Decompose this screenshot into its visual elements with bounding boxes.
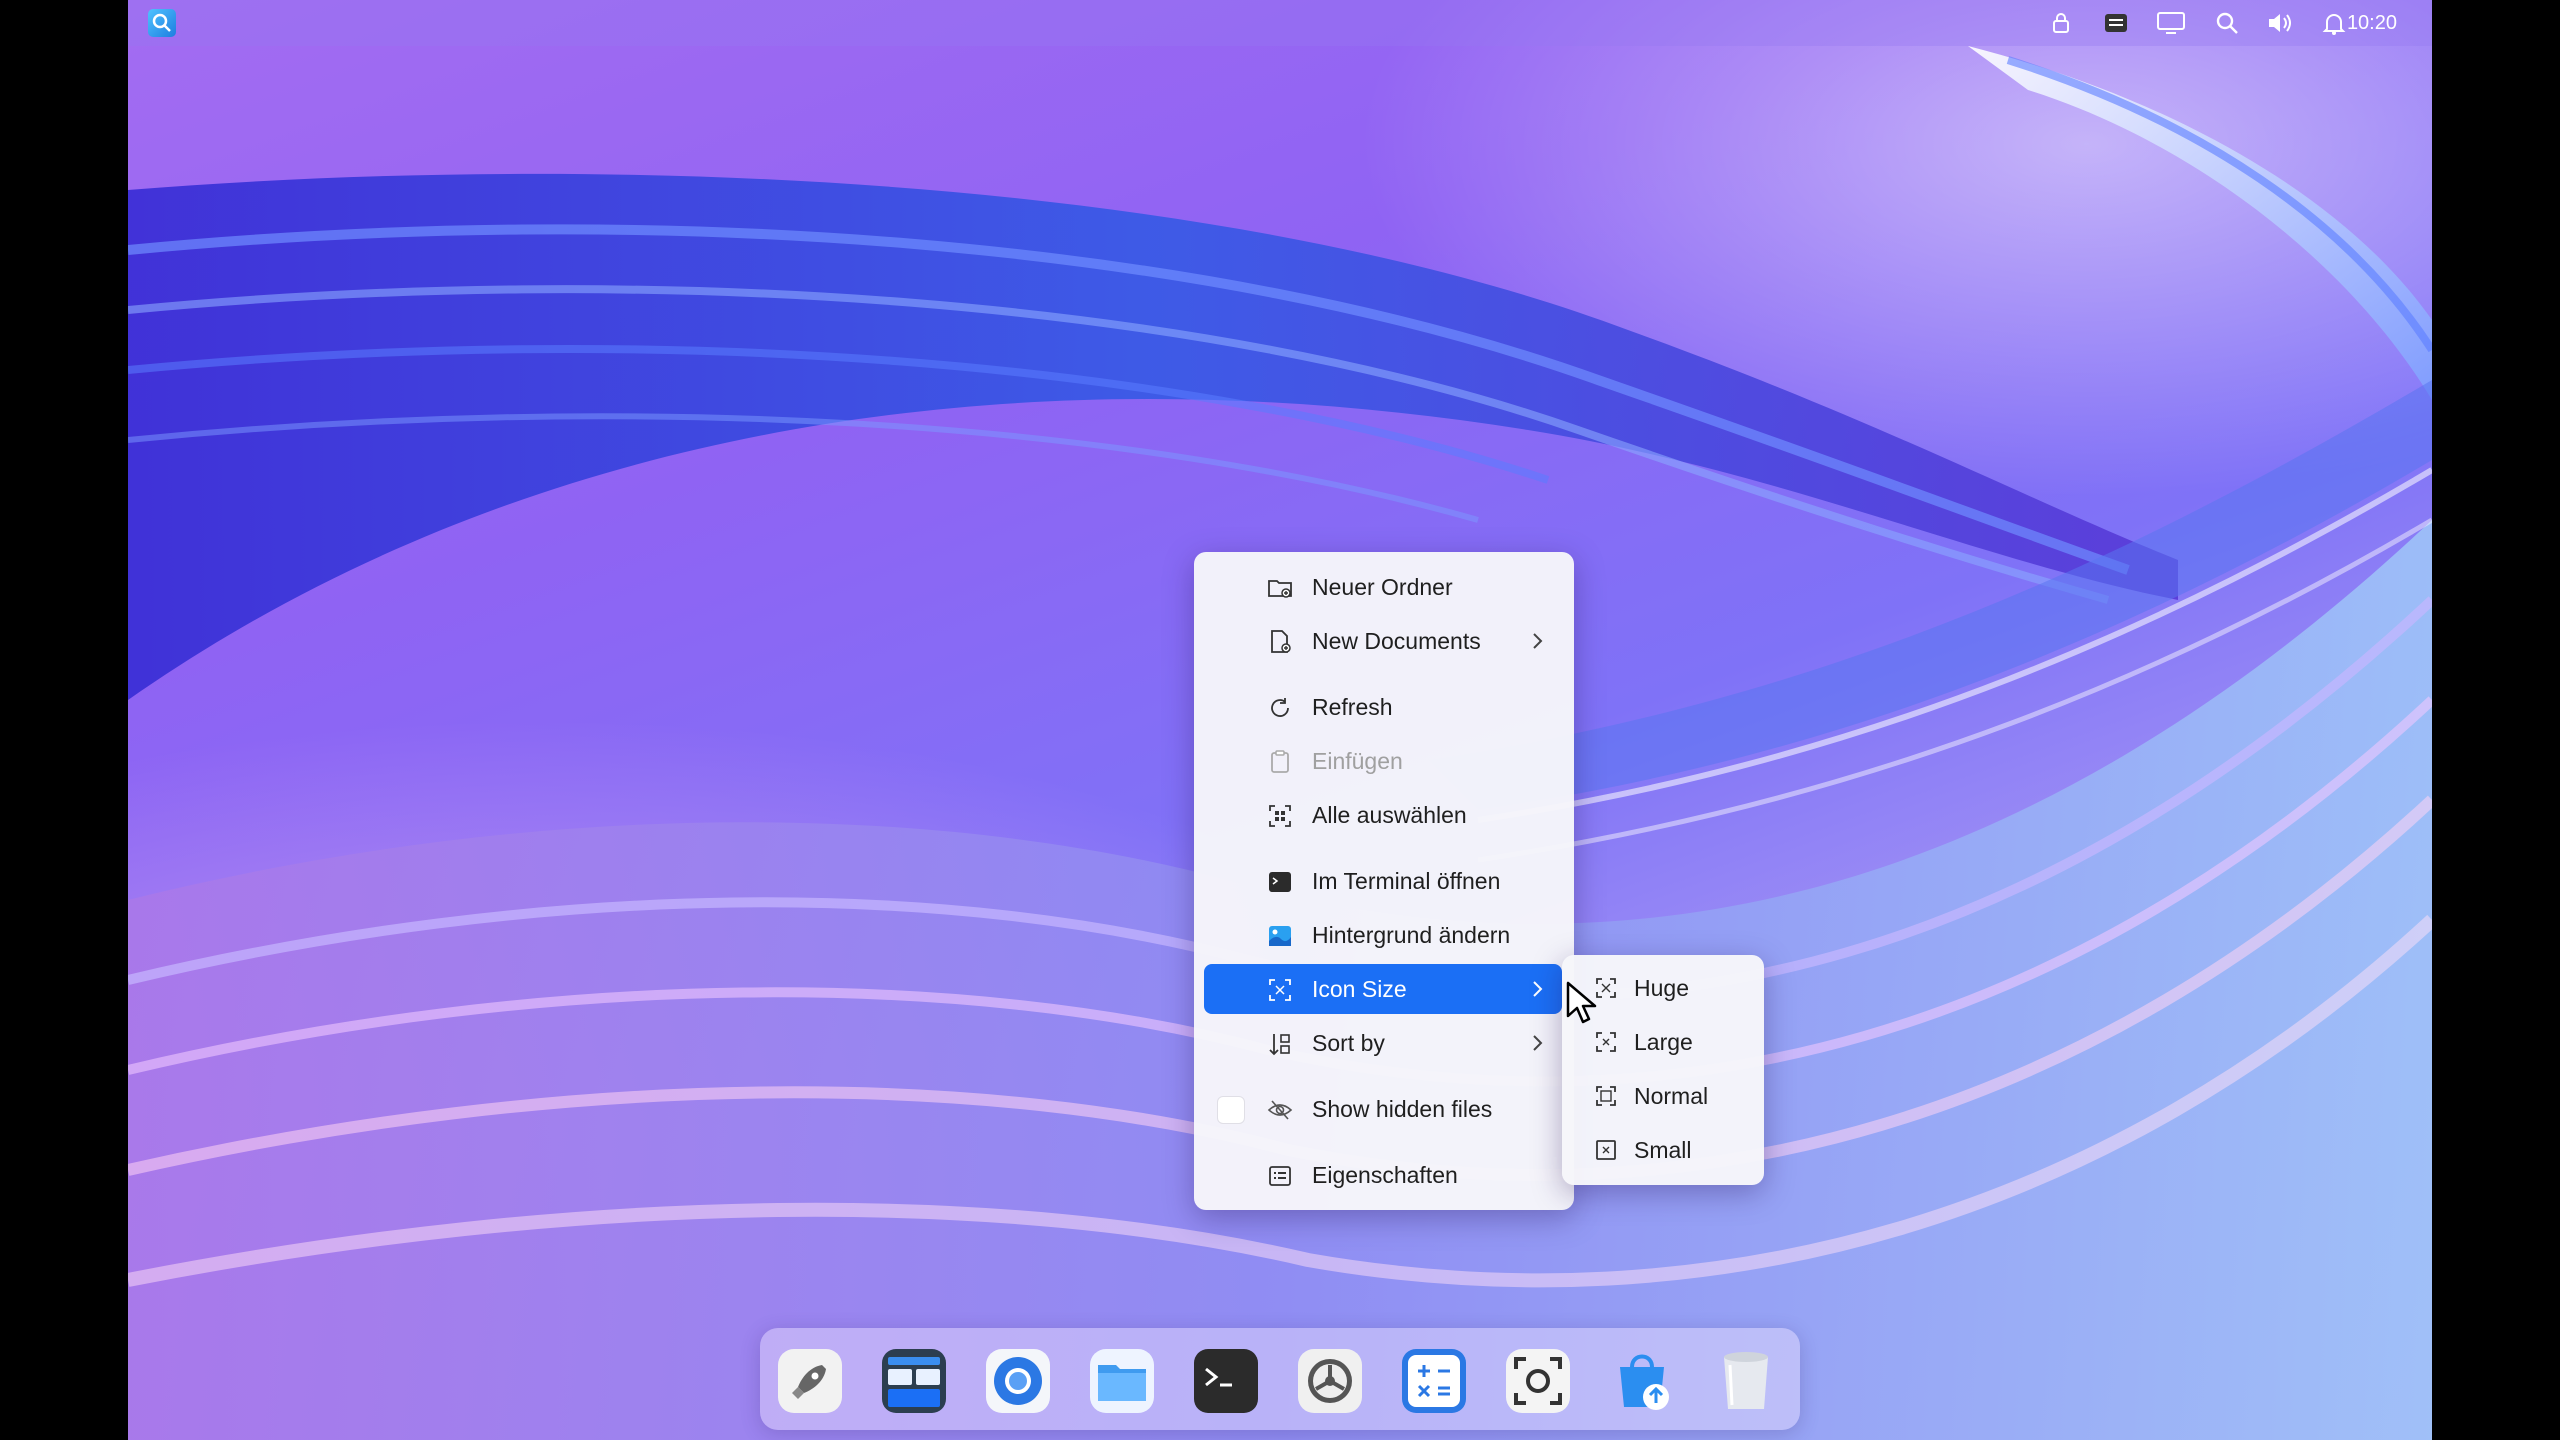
new-document-icon [1271,630,1291,653]
trash-icon[interactable] [1710,1345,1782,1417]
large-size-icon [1596,1032,1616,1052]
menu-item-show-hidden-files[interactable]: Show hidden files [1204,1084,1562,1134]
menu-item-change-wallpaper[interactable]: Hintergrund ändern [1204,910,1562,960]
menu-item-new-documents[interactable]: New Documents [1204,616,1562,666]
select-all-icon [1269,805,1291,827]
top-panel: 10:20 [128,0,2432,46]
menu-item-sort-by[interactable]: Sort by [1204,1018,1562,1068]
display-icon[interactable] [2156,10,2186,36]
menu-item-select-all[interactable]: Alle auswählen [1204,790,1562,840]
normal-size-icon [1596,1086,1616,1106]
search-icon[interactable] [2214,10,2240,36]
show-hidden-files-checkbox[interactable] [1218,1097,1244,1123]
hidden-files-icon [1267,1100,1293,1120]
desktop-context-menu: Neuer Ordner New Documents Refresh Einfü… [1194,552,1574,1210]
submenu-item-small[interactable]: Small [1570,1125,1756,1175]
paste-icon [1271,750,1289,773]
volume-icon[interactable] [2266,10,2296,36]
icon-size-icon [1269,979,1291,1001]
launcher-icon[interactable] [148,9,176,37]
menu-item-paste[interactable]: Einfügen [1204,736,1562,786]
keyboard-icon[interactable] [2103,10,2129,36]
control-center-icon[interactable] [1294,1345,1366,1417]
chevron-right-icon [1533,1035,1543,1051]
mouse-cursor-icon [1566,981,1597,1024]
submenu-item-normal[interactable]: Normal [1570,1071,1756,1121]
dock [760,1328,1800,1430]
browser-icon[interactable] [982,1345,1054,1417]
small-size-icon [1596,1140,1616,1160]
menu-item-refresh[interactable]: Refresh [1204,682,1562,732]
multitasking-view-icon[interactable] [878,1345,950,1417]
menu-item-properties[interactable]: Eigenschaften [1204,1150,1562,1200]
file-manager-icon[interactable] [1086,1345,1158,1417]
refresh-icon [1271,698,1289,717]
lock-icon[interactable] [2048,10,2074,36]
wallpaper-icon [1269,926,1291,946]
notification-icon[interactable] [2321,10,2347,36]
clock[interactable]: 10:20 [2347,10,2397,36]
terminal-icon [1269,872,1291,892]
menu-item-new-folder[interactable]: Neuer Ordner [1204,562,1562,612]
chevron-right-icon [1533,633,1543,649]
sort-icon [1269,1034,1290,1056]
terminal-app-icon[interactable] [1190,1345,1262,1417]
launcher-rocket-icon[interactable] [774,1345,846,1417]
new-folder-icon [1268,580,1292,598]
desktop[interactable]: 10:20 Neuer Ordner New Documents Refresh… [128,0,2432,1440]
menu-item-icon-size[interactable]: Icon Size [1204,964,1562,1014]
screenshot-icon[interactable] [1502,1345,1574,1417]
calculator-icon[interactable] [1398,1345,1470,1417]
chevron-right-icon [1533,981,1543,997]
properties-icon [1269,1166,1291,1186]
app-store-icon[interactable] [1606,1345,1678,1417]
menu-item-open-terminal[interactable]: Im Terminal öffnen [1204,856,1562,906]
